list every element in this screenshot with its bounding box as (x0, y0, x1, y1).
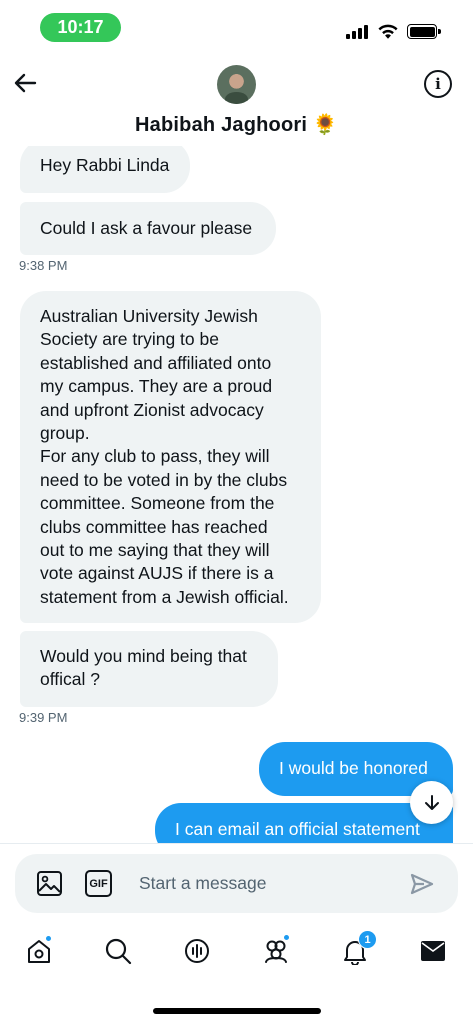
arrow-down-icon (424, 794, 439, 810)
status-bar: 10:17 (0, 0, 473, 54)
unread-dot (283, 934, 290, 941)
message-line: out to me saying that they will (40, 540, 270, 561)
avatar[interactable] (217, 65, 256, 104)
message-line: vote against AUJS if there is a (40, 563, 274, 584)
message-text: Could I ask a favour please (40, 217, 253, 238)
back-arrow-icon (14, 73, 37, 93)
gif-label: GIF (89, 877, 108, 890)
message-line: group. (40, 423, 90, 444)
message-line: offical ? (40, 669, 100, 690)
cellular-signal-icon (346, 25, 370, 39)
send-icon (410, 873, 434, 895)
message-line: Would you mind being that (40, 646, 247, 666)
received-message[interactable]: Hey Rabbi Linda (20, 146, 190, 193)
communities-icon (265, 940, 287, 963)
tab-search[interactable] (102, 935, 134, 967)
message-line: need to be voted in by the clubs (40, 469, 288, 490)
notification-count-badge: 1 (358, 930, 377, 949)
message-text: Hey Rabbi Linda (40, 155, 170, 176)
tab-home[interactable] (23, 935, 55, 967)
unread-dot (45, 935, 52, 942)
composer-bar: GIF (0, 843, 473, 923)
home-indicator (153, 1008, 321, 1014)
bottom-tab-bar: 1 (0, 923, 473, 983)
tab-communities[interactable] (260, 934, 292, 967)
message-text: I would be honored (279, 758, 428, 779)
message-line: Society are trying to be (40, 329, 219, 350)
message-line: For any club to pass, they will (40, 446, 270, 467)
composer: GIF (15, 854, 458, 913)
spaces-icon (185, 939, 209, 963)
message-line: committee. Someone from the (40, 493, 275, 514)
envelope-icon (421, 941, 445, 961)
wifi-icon (378, 24, 398, 39)
message-line: established and affiliated onto (40, 352, 272, 373)
send-button[interactable] (407, 869, 437, 899)
gif-icon[interactable]: GIF (85, 870, 112, 897)
message-line: Australian University Jewish (40, 306, 258, 326)
received-message[interactable]: Australian University Jewish Society are… (20, 291, 321, 623)
info-icon: i (435, 75, 441, 93)
message-text: I can email an official statement (175, 819, 420, 840)
message-line: and upfront Zionist advocacy (40, 399, 264, 420)
received-message[interactable]: Would you mind being that offical ? (20, 631, 278, 707)
back-button[interactable] (10, 68, 40, 98)
received-message[interactable]: Could I ask a favour please (20, 202, 276, 255)
image-icon[interactable] (36, 870, 63, 897)
message-timestamp: 9:39 PM (19, 710, 68, 725)
contact-name[interactable]: Habibah Jaghoori 🌻 (0, 112, 473, 137)
message-thread[interactable]: Hey Rabbi Linda Could I ask a favour ple… (0, 146, 473, 843)
tab-notifications[interactable]: 1 (339, 930, 377, 967)
search-icon (105, 938, 132, 965)
message-line: statement from a Jewish official. (40, 586, 289, 607)
tab-messages[interactable] (417, 935, 449, 967)
battery-icon (407, 24, 441, 39)
message-timestamp: 9:38 PM (19, 258, 68, 273)
scroll-to-bottom-button[interactable] (410, 781, 453, 824)
tab-spaces[interactable] (181, 935, 213, 967)
info-button[interactable]: i (424, 70, 452, 98)
message-input[interactable] (139, 866, 399, 900)
sent-message[interactable]: I can email an official statement (155, 803, 453, 843)
conversation-header: Habibah Jaghoori 🌻 i (0, 54, 473, 146)
message-line: my campus. They are a proud (40, 376, 273, 397)
message-line: clubs committee has reached (40, 516, 268, 537)
status-time: 10:17 (40, 13, 121, 42)
